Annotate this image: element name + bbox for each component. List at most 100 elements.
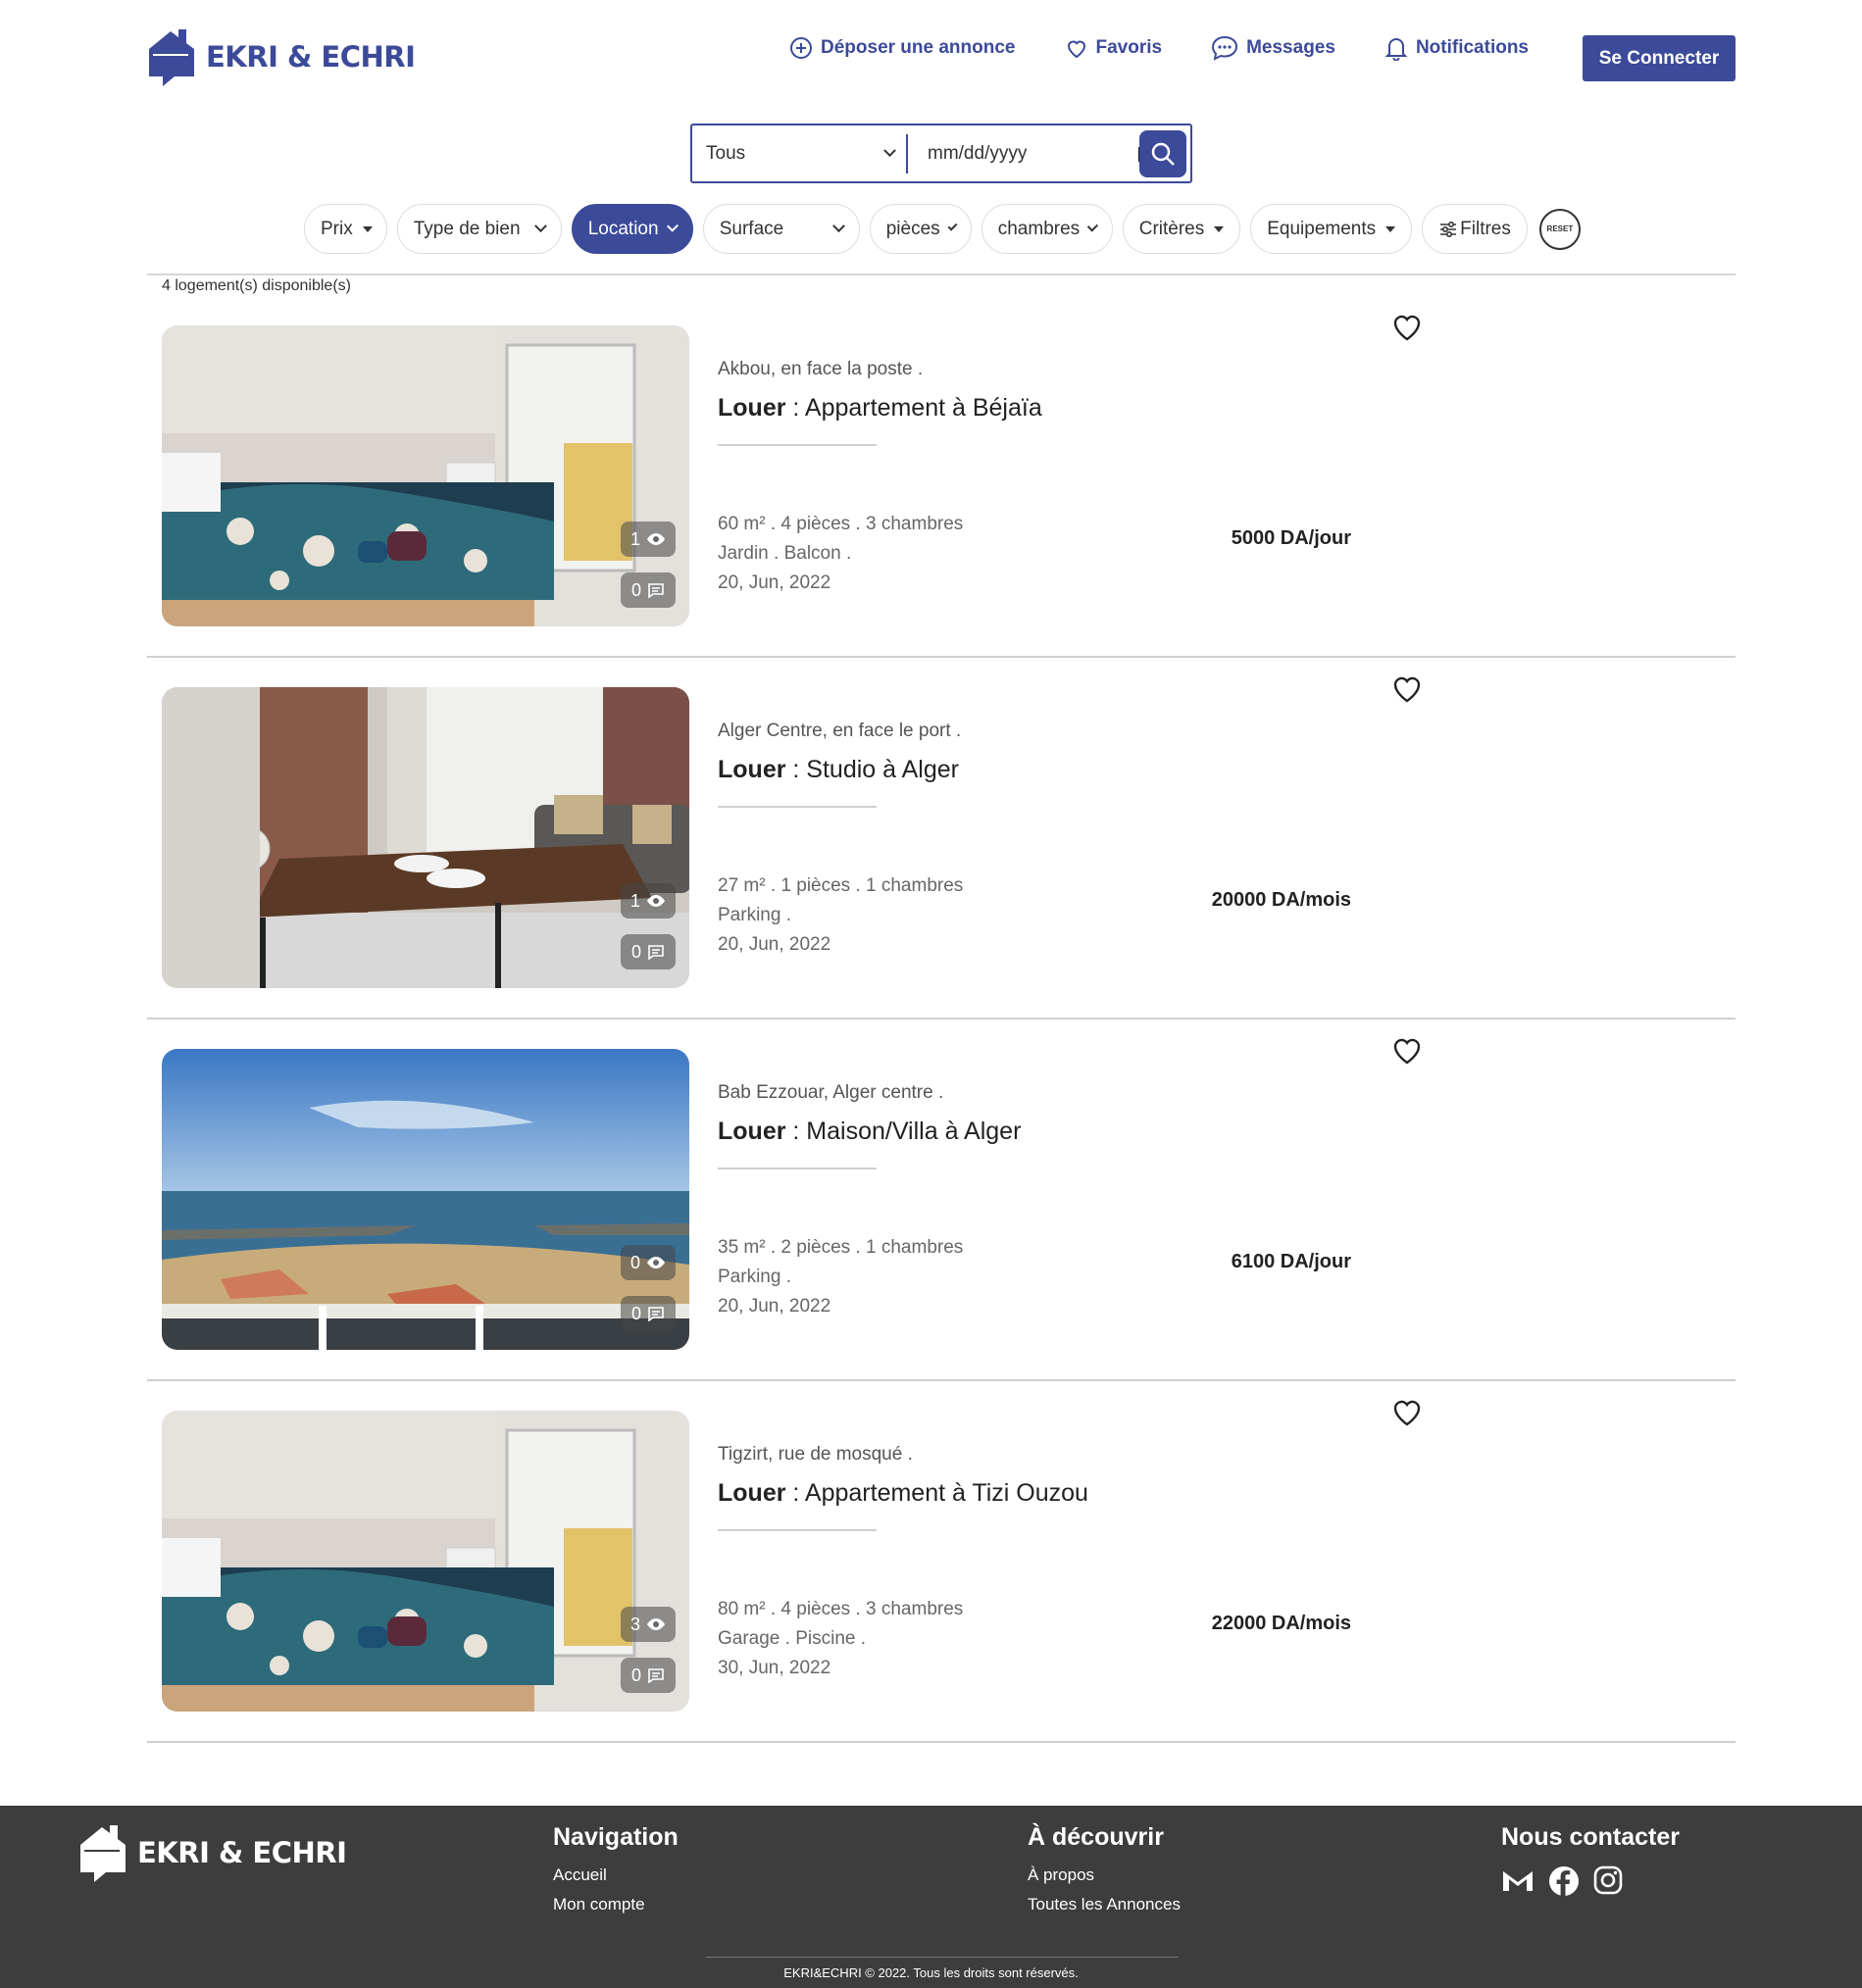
- listing-image: [162, 325, 689, 626]
- main-nav: Déposer une annonce Favoris Messages Not…: [789, 35, 1578, 61]
- listing-title[interactable]: Louer : Appartement à Tizi Ouzou: [718, 1479, 1088, 1508]
- filter-prix-label: Prix: [321, 218, 353, 239]
- filter-equipements[interactable]: Equipements: [1250, 204, 1413, 254]
- listing-title[interactable]: Louer : Studio à Alger: [718, 756, 959, 784]
- chat-bubble-icon: [1212, 35, 1238, 61]
- footer-logo[interactable]: EKRI & ECHRI: [76, 1821, 347, 1884]
- filter-location-label: Location: [587, 218, 659, 239]
- eye-icon: [647, 1618, 665, 1630]
- favorite-heart-icon[interactable]: [1392, 314, 1422, 341]
- brand-logo[interactable]: EKRI & ECHRI: [145, 25, 416, 88]
- chevron-down-icon: [666, 220, 679, 232]
- listing-card[interactable]: 3 0 Tigzirt, rue de mosqué . Louer : App…: [147, 1381, 1736, 1743]
- listing-photo[interactable]: 3 0: [162, 1411, 689, 1712]
- house-logo-icon: [149, 29, 194, 86]
- favorite-heart-icon[interactable]: [1392, 675, 1422, 703]
- notifications-link[interactable]: Notifications: [1384, 35, 1529, 61]
- property-type-select[interactable]: Tous: [692, 133, 908, 174]
- footer-contact: Nous contacter: [1501, 1823, 1680, 1897]
- footer-link-accueil[interactable]: Accueil: [553, 1865, 679, 1885]
- footer-link-mon-compte[interactable]: Mon compte: [553, 1895, 679, 1914]
- listing-photo[interactable]: 0 0: [162, 1049, 689, 1350]
- views-badge: 0: [621, 1245, 676, 1280]
- listing-date: 20, Jun, 2022: [718, 1296, 831, 1317]
- comments-count: 0: [630, 941, 641, 962]
- favorite-heart-icon[interactable]: [1392, 1399, 1422, 1426]
- listing-dimensions: 80 m² . 4 pièces . 3 chambres: [718, 1599, 964, 1619]
- listing-photo[interactable]: 1 0: [162, 325, 689, 626]
- comments-badge: 0: [621, 1658, 676, 1693]
- comment-icon: [648, 1668, 664, 1683]
- results-divider: [147, 273, 1736, 275]
- filter-criteres[interactable]: Critères: [1122, 204, 1241, 254]
- listing-action: Louer: [718, 1479, 786, 1507]
- listing-features: Parking .: [718, 905, 791, 925]
- listing-features: Jardin . Balcon .: [718, 543, 852, 564]
- comment-icon: [648, 583, 664, 598]
- listing-photo[interactable]: 1 0: [162, 687, 689, 988]
- listing-card[interactable]: 1 0 Alger Centre, en face le port . Loue…: [147, 658, 1736, 1019]
- listing-title[interactable]: Louer : Maison/Villa à Alger: [718, 1118, 1021, 1146]
- filter-location[interactable]: Location: [571, 204, 693, 254]
- login-button[interactable]: Se Connecter: [1583, 35, 1736, 81]
- comments-badge: 0: [621, 1296, 676, 1331]
- favorites-link[interactable]: Favoris: [1065, 36, 1162, 60]
- footer-discover: À découvrir À propos Toutes les Annonces: [1028, 1823, 1181, 1924]
- messages-link[interactable]: Messages: [1211, 35, 1335, 61]
- property-type-value: Tous: [706, 142, 746, 164]
- listing-features: Parking .: [718, 1267, 791, 1287]
- notifications-label: Notifications: [1415, 37, 1529, 58]
- filter-type-label: Type de bien: [413, 218, 521, 239]
- listing-dimensions: 27 m² . 1 pièces . 1 chambres: [718, 875, 964, 896]
- footer-link-a-propos[interactable]: À propos: [1028, 1865, 1181, 1885]
- post-ad-label: Déposer une annonce: [821, 37, 1016, 58]
- listing-location: Bab Ezzouar, Alger centre .: [718, 1082, 944, 1103]
- comments-count: 0: [630, 1303, 641, 1323]
- caret-down-icon: [362, 225, 373, 232]
- filter-type-de-bien[interactable]: Type de bien: [396, 204, 562, 254]
- listing-image: [162, 1411, 689, 1712]
- footer-brand-name: EKRI & ECHRI: [137, 1836, 347, 1869]
- listing-title[interactable]: Louer : Appartement à Béjaïa: [718, 394, 1042, 422]
- house-logo-icon: [80, 1825, 126, 1882]
- listing-title-text: : Appartement à Béjaïa: [785, 394, 1042, 422]
- footer-discover-title: À découvrir: [1028, 1823, 1164, 1851]
- eye-icon: [647, 533, 665, 545]
- filter-bar: Prix Type de bien Location Surface pièce…: [304, 204, 1581, 254]
- listing-card[interactable]: 1 0 Akbou, en face la poste . Louer : Ap…: [147, 296, 1736, 658]
- filter-prix[interactable]: Prix: [304, 204, 387, 254]
- chevron-down-icon: [1086, 221, 1098, 232]
- listing-dimensions: 60 m² . 4 pièces . 3 chambres: [718, 514, 964, 534]
- comments-count: 0: [630, 579, 641, 600]
- favorite-heart-icon[interactable]: [1392, 1037, 1422, 1065]
- listing-specs: 35 m² . 2 pièces . 1 chambres Parking . …: [718, 1233, 963, 1321]
- footer-link-annonces[interactable]: Toutes les Annonces: [1028, 1895, 1181, 1914]
- listing-date: 30, Jun, 2022: [718, 1658, 831, 1678]
- views-badge: 1: [621, 522, 676, 557]
- filter-pieces[interactable]: pièces: [869, 204, 972, 254]
- reset-button[interactable]: RESET: [1538, 208, 1581, 250]
- filter-pieces-label: pièces: [885, 218, 940, 239]
- search-icon: [1151, 142, 1175, 166]
- header: EKRI & ECHRI Déposer une annonce Favoris…: [0, 0, 1862, 118]
- filter-filtres[interactable]: Filtres: [1422, 204, 1528, 254]
- facebook-icon[interactable]: [1548, 1865, 1580, 1897]
- filter-chambres[interactable]: chambres: [981, 204, 1113, 254]
- instagram-icon[interactable]: [1593, 1865, 1623, 1895]
- listing-title-text: : Maison/Villa à Alger: [785, 1118, 1022, 1145]
- search-button[interactable]: [1139, 130, 1186, 177]
- comments-count: 0: [630, 1665, 641, 1685]
- listing-location: Alger Centre, en face le port .: [718, 721, 962, 741]
- sliders-icon: [1440, 221, 1457, 237]
- filter-surface[interactable]: Surface: [702, 204, 860, 254]
- listing-card[interactable]: 0 0 Bab Ezzouar, Alger centre . Louer : …: [147, 1019, 1736, 1381]
- listing-specs: 27 m² . 1 pièces . 1 chambres Parking . …: [718, 871, 963, 960]
- listing-title-text: : Appartement à Tizi Ouzou: [785, 1479, 1088, 1507]
- post-ad-link[interactable]: Déposer une annonce: [789, 36, 1016, 60]
- comments-badge: 0: [621, 572, 676, 608]
- views-badge: 3: [621, 1607, 676, 1642]
- listing-action: Louer: [718, 394, 786, 422]
- gmail-icon[interactable]: [1501, 1865, 1535, 1895]
- listing-action: Louer: [718, 756, 786, 783]
- chevron-down-icon: [947, 221, 958, 231]
